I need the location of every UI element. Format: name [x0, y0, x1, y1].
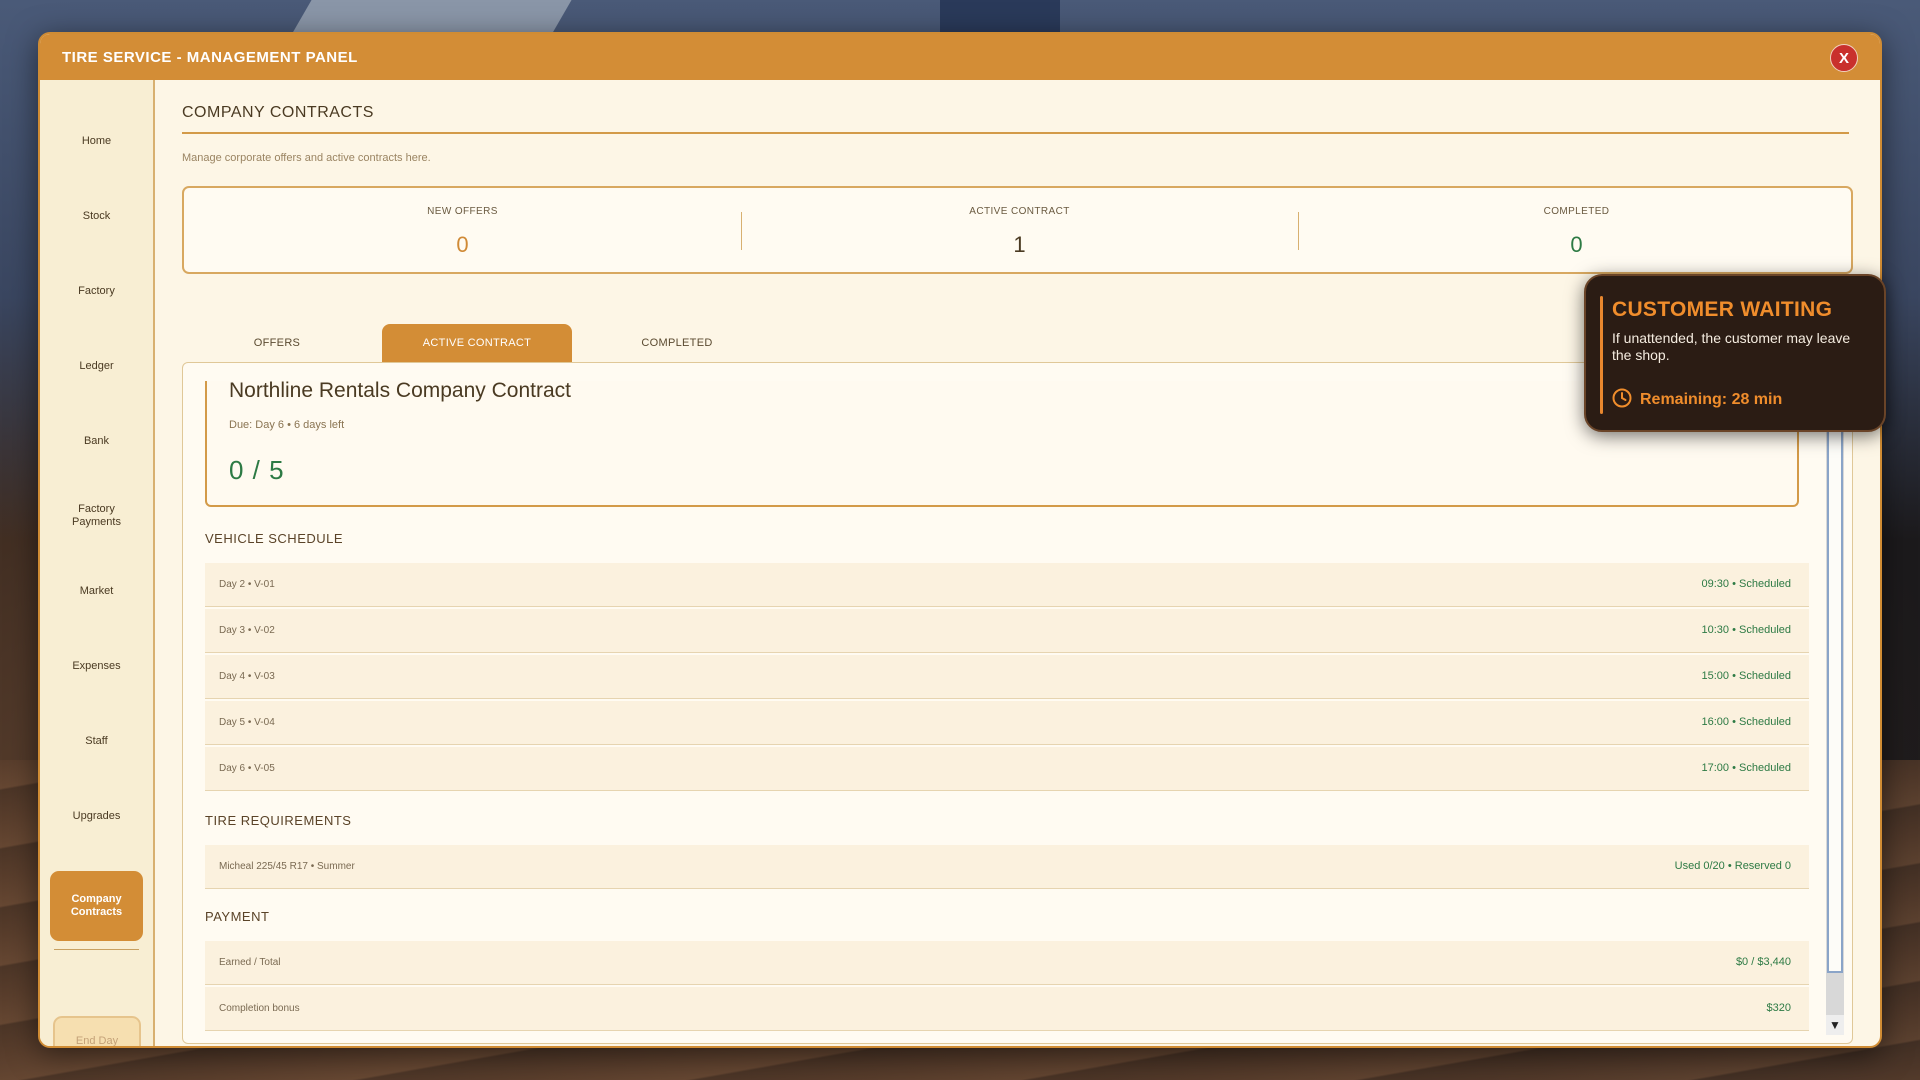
sidebar-item-upgrades[interactable]: Upgrades	[50, 781, 143, 851]
sidebar-item-label: Company Contracts	[70, 893, 123, 918]
schedule-status: 15:00 • Scheduled	[1701, 670, 1791, 682]
sidebar-item-ledger[interactable]: Ledger	[50, 331, 143, 401]
schedule-status: 10:30 • Scheduled	[1701, 624, 1791, 636]
customer-waiting-notification: CUSTOMER WAITING If unattended, the cust…	[1584, 274, 1886, 432]
payment-title: PAYMENT	[205, 909, 270, 924]
sidebar-item-home[interactable]: Home	[50, 106, 143, 176]
schedule-row: Day 5 • V-04 16:00 • Scheduled	[205, 701, 1809, 745]
stat-label: COMPLETED	[1543, 206, 1610, 217]
schedule-vehicle: Day 6 • V-05	[219, 763, 275, 774]
title-divider	[182, 132, 1849, 134]
schedule-vehicle: Day 4 • V-03	[219, 671, 275, 682]
stats-summary: NEW OFFERS 0 ACTIVE CONTRACT 1 COMPLETED…	[182, 186, 1853, 274]
sidebar-item-market[interactable]: Market	[50, 556, 143, 626]
title-bar: TIRE SERVICE - MANAGEMENT PANEL X	[40, 34, 1880, 80]
schedule-status: 17:00 • Scheduled	[1701, 762, 1791, 774]
sidebar-item-label: Ledger	[79, 359, 114, 372]
requirement-tire: Micheal 225/45 R17 • Summer	[219, 861, 355, 872]
main-content: COMPANY CONTRACTS Manage corporate offer…	[155, 80, 1880, 1046]
contract-card: Northline Rentals Company Contract Due: …	[205, 379, 1799, 507]
sidebar-item-label: Upgrades	[72, 809, 121, 822]
sidebar-divider	[54, 949, 139, 950]
schedule-vehicle: Day 2 • V-01	[219, 579, 275, 590]
sidebar-item-company-contracts[interactable]: Company Contracts	[50, 871, 143, 941]
sidebar-item-expenses[interactable]: Expenses	[50, 631, 143, 701]
page-subtitle: Manage corporate offers and active contr…	[182, 152, 431, 164]
sidebar-item-factory[interactable]: Factory	[50, 256, 143, 326]
stat-new-offers: NEW OFFERS 0	[184, 188, 741, 272]
payment-value: $320	[1766, 1002, 1791, 1014]
clock-icon	[1612, 388, 1632, 408]
scrollbar[interactable]: ▼	[1826, 395, 1844, 1035]
sidebar-item-label: Expenses	[72, 659, 121, 672]
payment-row: Earned / Total $0 / $3,440	[205, 941, 1809, 985]
sidebar-item-label: Stock	[82, 209, 111, 222]
schedule-vehicle: Day 5 • V-04	[219, 717, 275, 728]
vehicle-schedule-title: VEHICLE SCHEDULE	[205, 531, 344, 546]
sidebar-item-label: Bank	[83, 434, 110, 447]
requirement-row: Micheal 225/45 R17 • Summer Used 0/20 • …	[205, 845, 1809, 889]
sidebar-item-factory-payments[interactable]: Factory Payments	[50, 481, 143, 551]
window-title: TIRE SERVICE - MANAGEMENT PANEL	[62, 48, 358, 66]
contract-name: Northline Rentals Company Contract	[229, 379, 571, 402]
sidebar-item-label: Staff	[85, 734, 108, 747]
tab-offers[interactable]: OFFERS	[182, 324, 372, 362]
tab-active-contract[interactable]: ACTIVE CONTRACT	[382, 324, 572, 362]
sidebar-item-label: Factory	[78, 284, 115, 297]
sidebar-item-bank[interactable]: Bank	[50, 406, 143, 476]
sidebar-item-label: Market	[79, 584, 114, 597]
sidebar-item-staff[interactable]: Staff	[50, 706, 143, 776]
stat-completed: COMPLETED 0	[1298, 188, 1855, 272]
notification-message: If unattended, the customer may leave th…	[1612, 330, 1851, 363]
payment-label: Earned / Total	[219, 957, 281, 968]
schedule-status: 09:30 • Scheduled	[1701, 578, 1791, 590]
stat-value: 1	[1013, 232, 1026, 257]
schedule-status: 16:00 • Scheduled	[1701, 716, 1791, 728]
end-day-button[interactable]: End Day	[53, 1016, 141, 1046]
notification-title: CUSTOMER WAITING	[1612, 298, 1833, 321]
stat-label: NEW OFFERS	[427, 206, 498, 217]
notification-accent-bar	[1600, 296, 1603, 414]
stat-label: ACTIVE CONTRACT	[969, 206, 1070, 217]
stat-active-contract: ACTIVE CONTRACT 1	[741, 188, 1298, 272]
schedule-row: Day 3 • V-02 10:30 • Scheduled	[205, 609, 1809, 653]
sidebar-item-stock[interactable]: Stock	[50, 181, 143, 251]
sidebar: Home Stock Factory Ledger Bank Factory P…	[40, 80, 155, 1046]
schedule-vehicle: Day 3 • V-02	[219, 625, 275, 636]
payment-value: $0 / $3,440	[1735, 956, 1791, 968]
contract-details-panel: Northline Rentals Company Contract Due: …	[182, 362, 1853, 1044]
schedule-row: Day 2 • V-01 09:30 • Scheduled	[205, 563, 1809, 607]
sidebar-item-label: Factory Payments	[72, 503, 121, 528]
management-panel: TIRE SERVICE - MANAGEMENT PANEL X Home S…	[38, 32, 1882, 1048]
tab-completed[interactable]: COMPLETED	[582, 324, 772, 362]
schedule-row: Day 4 • V-03 15:00 • Scheduled	[205, 655, 1809, 699]
schedule-row: Day 6 • V-05 17:00 • Scheduled	[205, 747, 1809, 791]
scroll-down-arrow-icon[interactable]: ▼	[1826, 1015, 1844, 1035]
contract-progress: 0 / 5	[229, 455, 285, 485]
scrollbar-thumb[interactable]	[1827, 395, 1843, 973]
stat-value: 0	[1570, 232, 1583, 257]
close-button[interactable]: X	[1830, 44, 1858, 72]
notification-remaining: Remaining: 28 min	[1640, 391, 1783, 408]
stat-value: 0	[456, 232, 469, 257]
contract-due: Due: Day 6 • 6 days left	[229, 419, 345, 431]
payment-row: Completion bonus $320	[205, 987, 1809, 1031]
tire-requirements-title: TIRE REQUIREMENTS	[205, 813, 352, 828]
page-title: COMPANY CONTRACTS	[182, 104, 374, 121]
sidebar-item-label: Home	[81, 134, 112, 147]
payment-label: Completion bonus	[219, 1003, 300, 1014]
requirement-usage: Used 0/20 • Reserved 0	[1674, 860, 1791, 872]
